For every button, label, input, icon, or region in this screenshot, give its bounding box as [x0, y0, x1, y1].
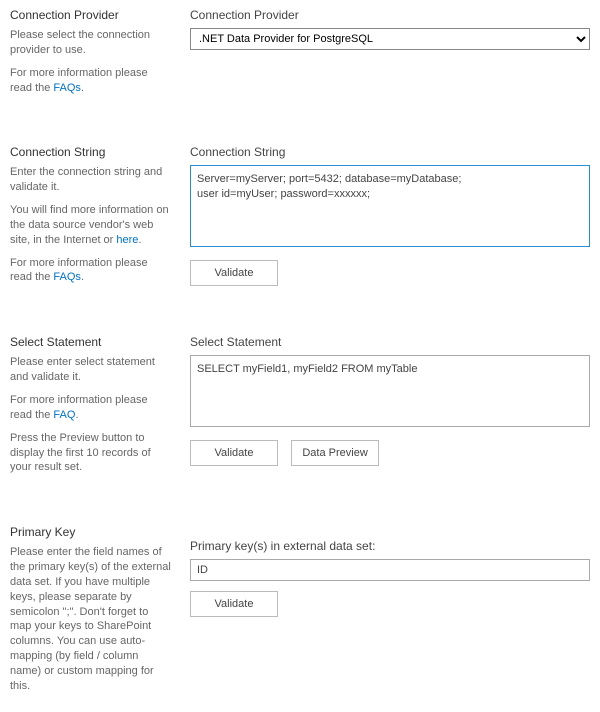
conn-right: Connection String Validate [190, 143, 590, 293]
provider-left-info: For more information please read the FAQ… [10, 66, 172, 96]
faq-link[interactable]: FAQ [53, 409, 75, 421]
pk-left-title: Primary Key [10, 525, 172, 539]
pk-right: Primary key(s) in external data set: Val… [190, 523, 590, 701]
select-right-title: Select Statement [190, 335, 590, 349]
validate-button[interactable]: Validate [190, 260, 278, 286]
conn-left-desc: Enter the connection string and validate… [10, 165, 172, 195]
conn-info-suffix: . [81, 271, 84, 283]
select-left-info: For more information please read the FAQ… [10, 393, 172, 423]
faqs-link[interactable]: FAQs [53, 271, 81, 283]
select-left-title: Select Statement [10, 335, 172, 349]
select-info-suffix: . [75, 409, 78, 421]
section-primary-key: Primary Key Please enter the field names… [10, 523, 590, 701]
here-link[interactable]: here [116, 234, 138, 246]
conn-more-suffix: . [138, 234, 141, 246]
pk-btn-row: Validate [190, 591, 590, 617]
conn-btn-row: Validate [190, 260, 590, 286]
provider-info-suffix: . [81, 82, 84, 94]
pk-left-desc: Please enter the field names of the prim… [10, 545, 172, 693]
select-left: Select Statement Please enter select sta… [10, 333, 190, 483]
pk-left: Primary Key Please enter the field names… [10, 523, 190, 701]
primary-key-input[interactable] [190, 559, 590, 581]
select-left-preview-desc: Press the Preview button to display the … [10, 431, 172, 476]
select-right: Select Statement Validate Data Preview [190, 333, 590, 483]
conn-left-more: You will find more information on the da… [10, 203, 172, 248]
validate-button[interactable]: Validate [190, 440, 278, 466]
section-select-statement: Select Statement Please enter select sta… [10, 333, 590, 483]
conn-left-title: Connection String [10, 145, 172, 159]
select-btn-row: Validate Data Preview [190, 440, 590, 466]
provider-left-desc: Please select the connection provider to… [10, 28, 172, 58]
faqs-link[interactable]: FAQs [53, 82, 81, 94]
conn-left-info: For more information please read the FAQ… [10, 256, 172, 286]
connection-provider-select[interactable]: .NET Data Provider for PostgreSQL [190, 28, 590, 50]
section-connection-string: Connection String Enter the connection s… [10, 143, 590, 293]
select-info-prefix: For more information please read the [10, 394, 148, 421]
section-connection-provider: Connection Provider Please select the co… [10, 6, 590, 103]
conn-right-title: Connection String [190, 145, 590, 159]
provider-left: Connection Provider Please select the co… [10, 6, 190, 103]
select-left-desc: Please enter select statement and valida… [10, 355, 172, 385]
select-statement-input[interactable] [190, 355, 590, 427]
pk-right-title: Primary key(s) in external data set: [190, 539, 590, 553]
conn-left: Connection String Enter the connection s… [10, 143, 190, 293]
provider-right-title: Connection Provider [190, 8, 590, 22]
validate-button[interactable]: Validate [190, 591, 278, 617]
data-preview-button[interactable]: Data Preview [291, 440, 379, 466]
conn-more-text: You will find more information on the da… [10, 204, 169, 246]
provider-right: Connection Provider .NET Data Provider f… [190, 6, 590, 103]
provider-left-title: Connection Provider [10, 8, 172, 22]
connection-string-input[interactable] [190, 165, 590, 247]
